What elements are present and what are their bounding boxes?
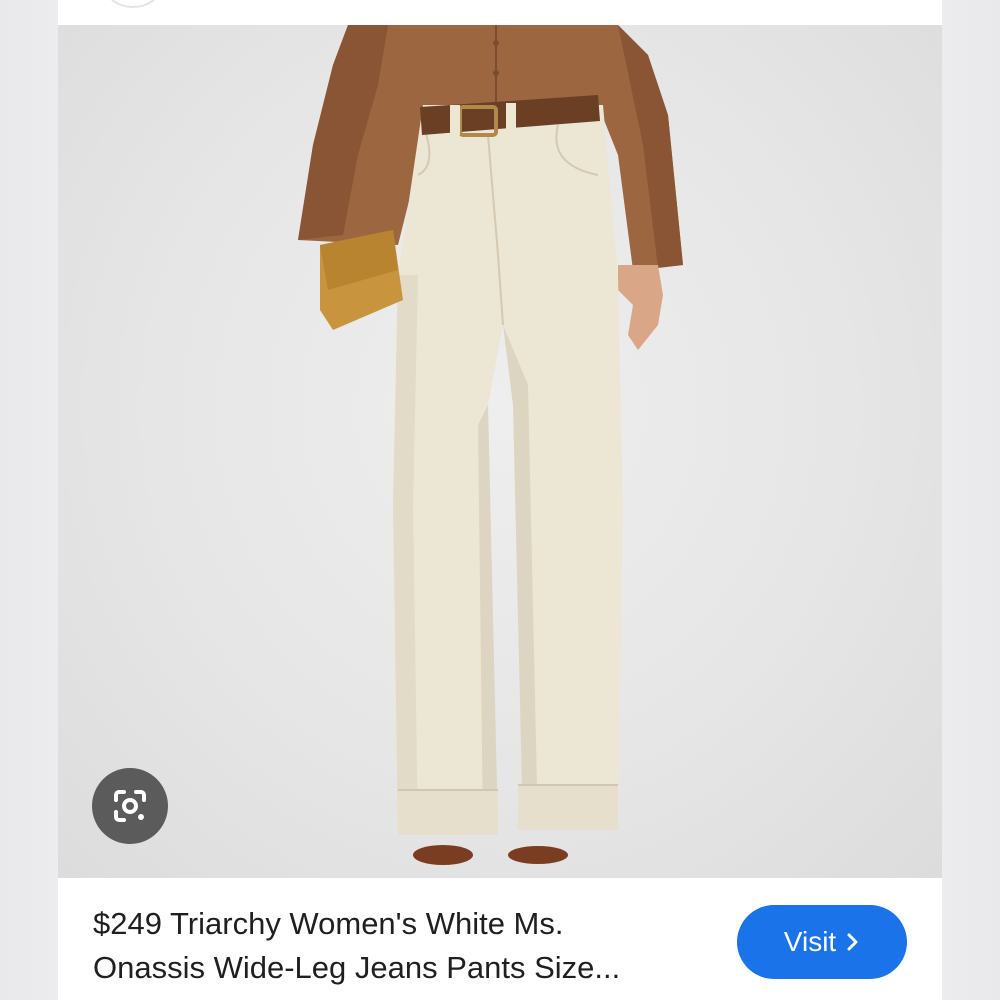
product-photo xyxy=(298,25,683,865)
visit-button[interactable]: Visit xyxy=(737,905,907,979)
google-lens-icon xyxy=(114,790,146,822)
search-result-page: $249 Triarchy Women's White Ms. Onassis … xyxy=(0,0,1000,1000)
google-lens-button[interactable] xyxy=(92,768,168,844)
product-image[interactable] xyxy=(58,25,942,878)
result-card: $249 Triarchy Women's White Ms. Onassis … xyxy=(58,0,942,1000)
chevron-right-icon xyxy=(847,933,858,951)
caption-line-1: $249 Triarchy Women's White Ms. xyxy=(93,906,564,941)
caption-line-2: Onassis Wide-Leg Jeans Pants Size... xyxy=(93,950,621,985)
visit-label: Visit xyxy=(783,926,837,957)
avatar xyxy=(106,0,160,8)
top-strip xyxy=(58,0,942,25)
product-caption[interactable]: $249 Triarchy Women's White Ms. Onassis … xyxy=(93,902,713,990)
